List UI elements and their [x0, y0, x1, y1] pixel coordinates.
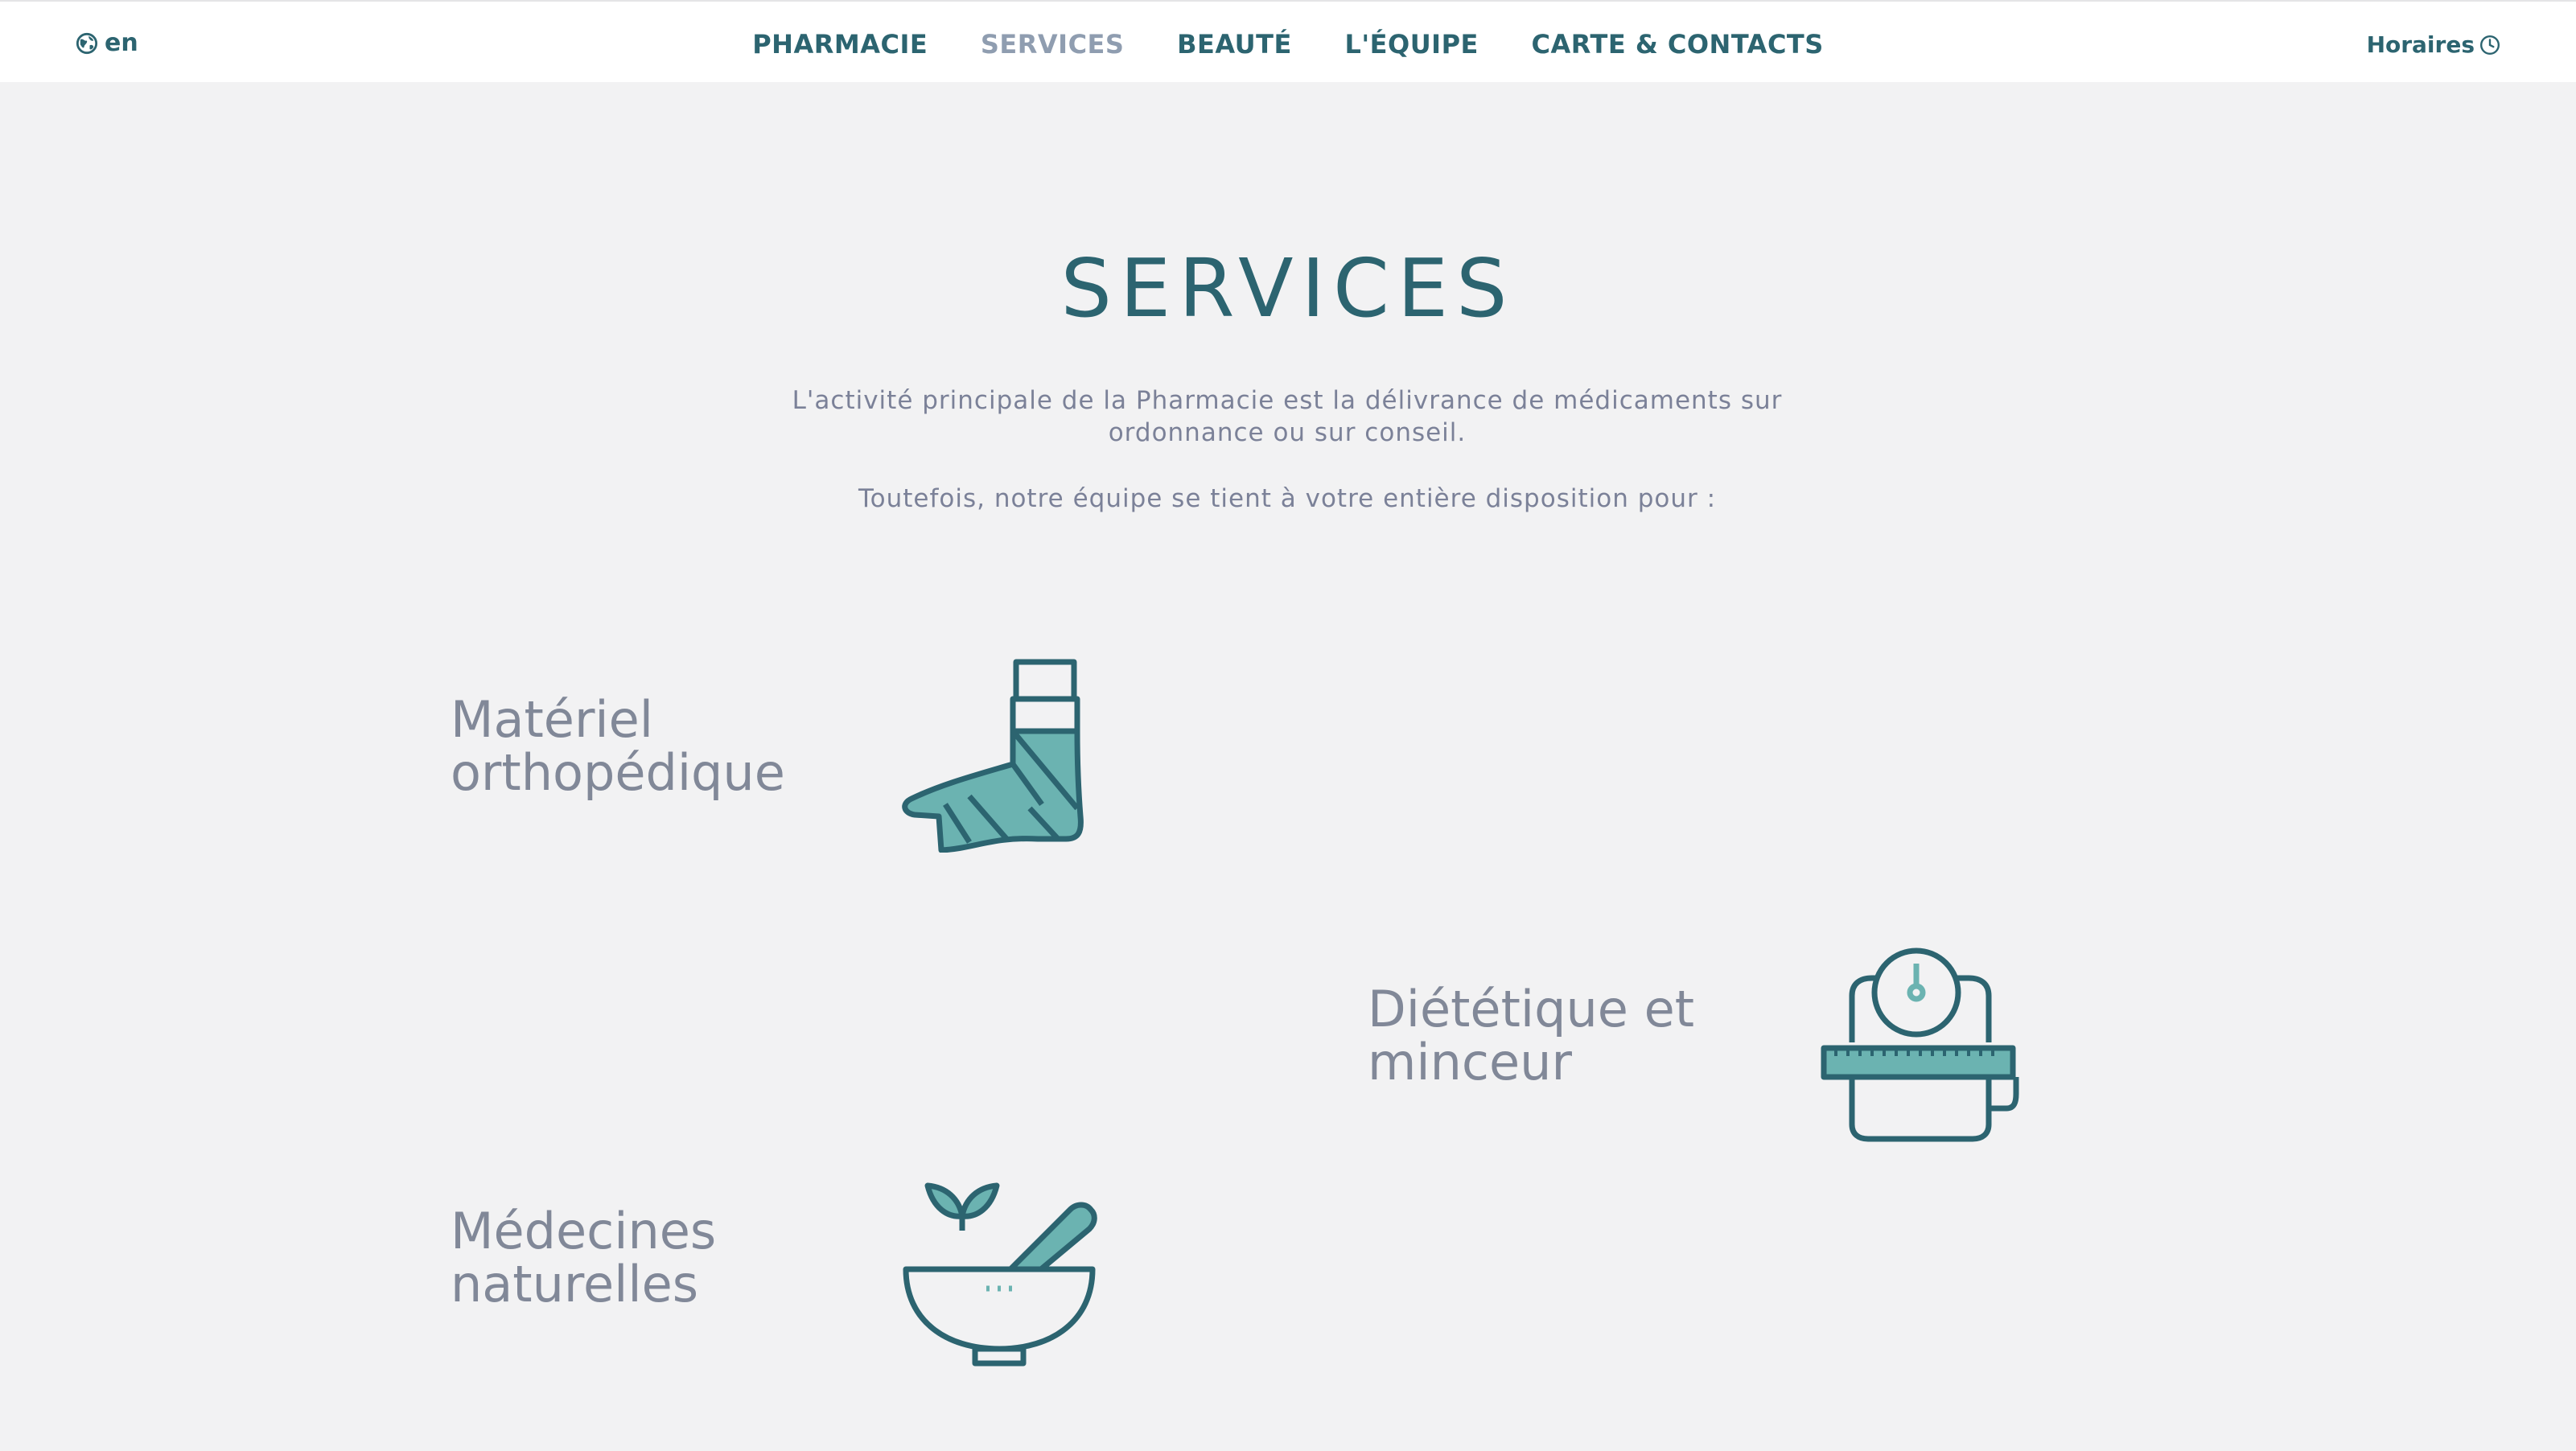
hours-link[interactable]: Horaires [2367, 31, 2500, 58]
top-navigation-bar: en PHARMACIE SERVICES BEAUTÉ L'ÉQUIPE CA… [0, 0, 2576, 82]
nav-item-beaute[interactable]: BEAUTÉ [1177, 29, 1292, 60]
service-label: Médecines naturelles [451, 1202, 717, 1313]
bandaged-foot-icon [902, 659, 1084, 853]
scale-measuring-tape-icon [1821, 947, 2019, 1142]
mortar-pestle-herb-icon [903, 1182, 1097, 1367]
service-label: Matériel orthopédique [451, 690, 785, 802]
page-title: SERVICES [1060, 241, 1516, 335]
hours-label: Horaires [2366, 31, 2475, 58]
main-menu: PHARMACIE SERVICES BEAUTÉ L'ÉQUIPE CARTE… [0, 29, 2576, 60]
nav-item-services[interactable]: SERVICES [981, 29, 1125, 60]
nav-item-pharmacie[interactable]: PHARMACIE [752, 29, 928, 60]
nav-item-carte-contacts[interactable]: CARTE & CONTACTS [1532, 29, 1824, 60]
service-label: Diététique et minceur [1368, 980, 1695, 1091]
intro-followup: Toutefois, notre équipe se tient à votre… [858, 484, 1717, 513]
intro-paragraph: L'activité principale de la Pharmacie es… [792, 386, 1783, 447]
clock-icon [2479, 35, 2500, 55]
nav-item-equipe[interactable]: L'ÉQUIPE [1344, 29, 1478, 60]
